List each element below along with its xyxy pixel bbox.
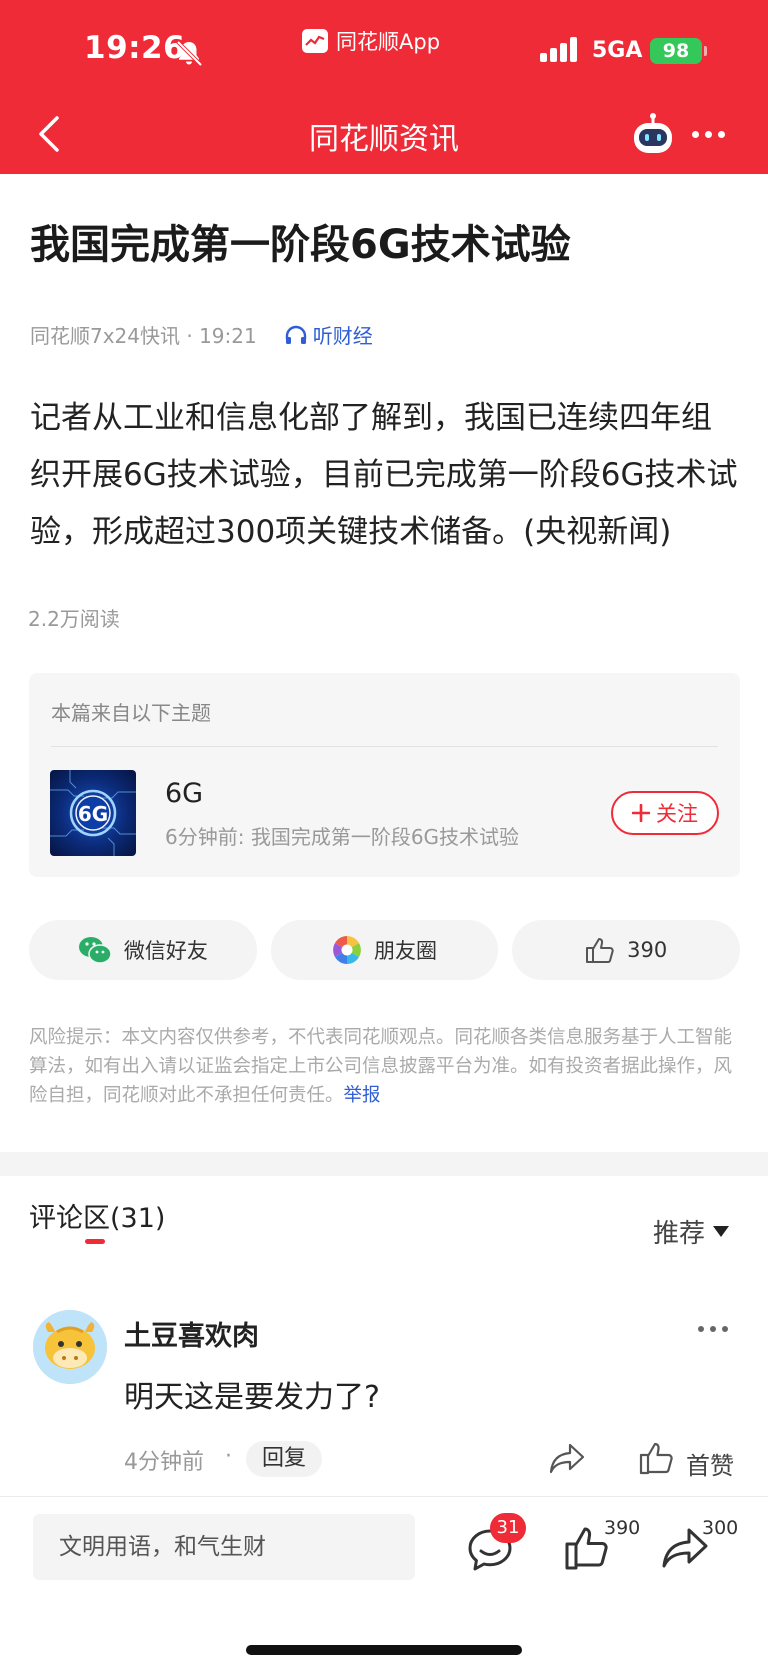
- bell-muted-icon: [176, 40, 203, 67]
- share-moments-button[interactable]: 朋友圈: [270, 920, 499, 980]
- comment-first-like-label[interactable]: 首赞: [686, 1446, 734, 1481]
- topic-name: 6G: [165, 778, 204, 809]
- listen-label: 听财经: [312, 324, 373, 348]
- follow-button[interactable]: 关注: [611, 791, 719, 835]
- like-count: 390: [604, 1517, 641, 1539]
- follow-label: 关注: [656, 802, 698, 826]
- header-bar: 19:26 同花顺App 5GA 98 同花顺资讯: [0, 0, 768, 174]
- comments-tab-indicator: [85, 1239, 105, 1244]
- status-time: 19:26: [84, 30, 186, 66]
- topic-thumb-art: 6G: [50, 770, 136, 856]
- topic-latest: 6分钟前: 我国完成第一阶段6G技术试验: [165, 825, 520, 849]
- app-logo-icon: [302, 29, 328, 53]
- wechat-icon: [78, 937, 112, 964]
- return-to-app[interactable]: 同花顺App: [302, 26, 440, 56]
- network-type: 5GA: [592, 38, 643, 63]
- comment-share-icon[interactable]: [548, 1441, 586, 1477]
- article-body: 记者从工业和信息化部了解到，我国已连续四年组织开展6G技术试验，目前已完成第一阶…: [30, 400, 738, 550]
- share-wechat-label: 微信好友: [123, 939, 208, 963]
- moments-icon: [333, 936, 361, 964]
- more-menu-icon[interactable]: [692, 124, 732, 144]
- battery-tip: [704, 46, 707, 56]
- topic-card[interactable]: 本篇来自以下主题 6G 6G 6分钟前: 我国完成第一阶段6G技术试验 关注: [29, 673, 740, 877]
- section-divider: [0, 1152, 768, 1176]
- comments-title: 评论区(31): [29, 1203, 166, 1234]
- article-title: 我国完成第一阶段6G技术试验: [30, 222, 571, 268]
- risk-disclaimer: 风险提示：本文内容仅供参考，不代表同花顺观点。同花顺各类信息服务基于人工智能算法…: [29, 1023, 741, 1110]
- listen-button[interactable]: 听财经: [285, 320, 373, 349]
- signal-icon: [540, 36, 577, 62]
- comment-sort-dropdown[interactable]: 推荐: [653, 1213, 730, 1250]
- headphones-icon: [285, 325, 306, 344]
- article-source-time: 同花顺7x24快讯 · 19:21: [30, 324, 257, 348]
- home-indicator: [246, 1645, 522, 1655]
- bottom-action-bar: 31 390 300: [0, 1496, 768, 1665]
- like-article-button[interactable]: 390: [512, 920, 741, 980]
- sort-label: 推荐: [653, 1219, 706, 1249]
- comment-time: 4分钟前: [124, 1450, 204, 1475]
- comment-like-icon[interactable]: [638, 1440, 674, 1476]
- comment-count-badge: 31: [490, 1513, 526, 1543]
- topic-thumb-text: 6G: [78, 802, 108, 826]
- comment-reply-button[interactable]: 回复: [246, 1441, 323, 1477]
- cow-avatar-icon: [33, 1310, 107, 1384]
- share-moments-label: 朋友圈: [374, 939, 437, 963]
- comment-separator: ·: [225, 1444, 232, 1469]
- avatar[interactable]: [33, 1310, 107, 1384]
- article-page: 19:26 同花顺App 5GA 98 同花顺资讯 我国完成第一阶段6G技术试验…: [0, 0, 768, 1665]
- caret-down-icon: [713, 1226, 730, 1237]
- comment-input[interactable]: [33, 1514, 415, 1580]
- topic-caption: 本篇来自以下主题: [51, 701, 211, 725]
- share-row: 微信好友 朋友圈 390: [29, 920, 741, 980]
- share-count: 300: [702, 1517, 739, 1539]
- read-count: 2.2万阅读: [28, 607, 120, 631]
- battery-level: 98: [662, 40, 690, 62]
- status-app-name: 同花顺App: [336, 30, 441, 54]
- comment-text: 明天这是要发力了?: [124, 1380, 380, 1415]
- ai-robot-icon[interactable]: [630, 112, 676, 156]
- article-meta: 同花顺7x24快讯 · 19:21 听财经: [30, 320, 373, 349]
- topic-divider: [51, 746, 718, 747]
- comment-username[interactable]: 土豆喜欢肉: [124, 1314, 259, 1353]
- battery-icon: 98: [650, 38, 702, 64]
- thumb-up-icon: [586, 938, 614, 963]
- plus-icon: [632, 804, 650, 822]
- report-link[interactable]: 举报: [344, 1085, 381, 1106]
- comment-more-icon[interactable]: [698, 1326, 728, 1332]
- article-like-count: 390: [627, 938, 668, 962]
- topic-thumbnail: 6G: [50, 770, 136, 856]
- share-wechat-button[interactable]: 微信好友: [29, 920, 257, 980]
